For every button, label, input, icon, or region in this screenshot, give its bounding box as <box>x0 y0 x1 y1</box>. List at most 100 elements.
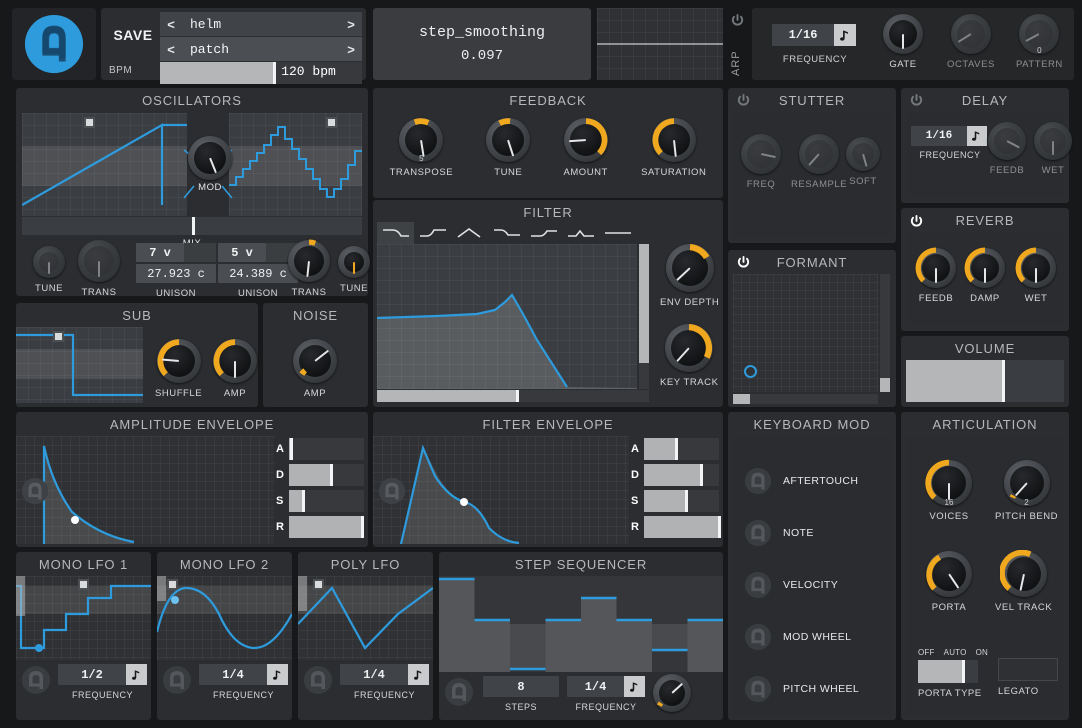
osc1-enable-checkbox[interactable] <box>84 117 95 128</box>
osc2-transpose-knob[interactable]: TRANS <box>288 240 330 298</box>
filter-shape-highpass[interactable] <box>414 222 451 244</box>
arp-gate-knob[interactable]: GATE <box>883 14 923 70</box>
reverb-damp-knob[interactable]: DAMP <box>965 248 1005 304</box>
filter-shape-lowpass[interactable] <box>377 222 414 244</box>
filter-env-release-row[interactable]: R <box>631 514 719 540</box>
keyboard-mod-item-aftertouch[interactable]: AFTERTOUCH <box>743 466 858 496</box>
bpm-slider[interactable]: 120 bpm <box>160 62 362 84</box>
filter-envelope-display[interactable] <box>373 436 629 544</box>
filter-env-attack-row[interactable]: A <box>631 436 719 462</box>
formant-x-slider[interactable] <box>733 394 878 404</box>
step-sequencer-smoothing-knob[interactable] <box>653 674 691 712</box>
filter-key-track-knob[interactable]: KEY TRACK <box>660 324 718 388</box>
mono-lfo-1-mod-source-button[interactable] <box>20 664 52 696</box>
helm-logo[interactable] <box>12 8 96 80</box>
amp-env-decay-row[interactable]: D <box>276 462 364 488</box>
mono-lfo-1-frequency-value[interactable]: 1/2 <box>58 664 126 685</box>
arp-pattern-knob[interactable]: 0 PATTERN <box>1016 14 1063 70</box>
arp-power-button[interactable] <box>730 13 745 28</box>
delay-frequency-value[interactable]: 1/16 <box>911 126 967 146</box>
delay-feedback-knob[interactable]: FEEDB <box>988 122 1026 176</box>
articulation-vel-track-knob[interactable]: VEL TRACK <box>995 551 1052 613</box>
articulation-porta-knob[interactable]: PORTA <box>926 551 972 613</box>
filter-resonance-slider[interactable] <box>639 244 649 389</box>
keyboard-mod-item-velocity[interactable]: VELOCITY <box>743 570 838 600</box>
step-sequencer-steps-value[interactable]: 8 <box>483 676 559 697</box>
osc1-transpose-knob[interactable]: TRANS <box>78 240 120 298</box>
save-button[interactable]: SAVE <box>107 22 159 48</box>
arp-octaves-knob[interactable]: OCTAVES <box>947 14 995 70</box>
osc1-unison-detune[interactable]: 27.923 c <box>136 264 216 283</box>
patch-prev-button[interactable]: < <box>160 37 182 61</box>
poly-lfo-amp-slider[interactable] <box>298 576 307 660</box>
sub-enable-checkbox[interactable] <box>53 331 64 342</box>
mono-lfo-2-amp-slider[interactable] <box>157 576 166 660</box>
filter-shape-high-shelf[interactable] <box>526 222 563 244</box>
amp-env-attack-row[interactable]: A <box>276 436 364 462</box>
step-sequencer-display[interactable] <box>439 576 723 672</box>
sub-wave-display[interactable] <box>16 327 143 403</box>
amp-env-mod-source-button[interactable] <box>20 476 50 506</box>
filter-shape-allpass[interactable] <box>600 222 637 244</box>
formant-power-button[interactable] <box>736 255 751 270</box>
mono-lfo-1-amp-slider[interactable] <box>16 576 25 660</box>
osc1-unison-voices-track[interactable] <box>184 243 216 262</box>
sub-shuffle-knob[interactable]: SHUFFLE <box>155 339 202 399</box>
formant-y-slider[interactable] <box>880 274 890 392</box>
stutter-power-button[interactable] <box>736 93 751 108</box>
stutter-freq-knob[interactable]: FREQ <box>741 134 781 190</box>
mono-lfo-2-mod-source-button[interactable] <box>161 664 193 696</box>
filter-shape-low-shelf[interactable] <box>488 222 525 244</box>
reverb-wet-knob[interactable]: WET <box>1016 248 1056 304</box>
keyboard-mod-item-note[interactable]: NOTE <box>743 518 814 548</box>
sub-amp-knob[interactable]: AMP <box>213 339 257 399</box>
porta-type-option-auto[interactable]: AUTO <box>944 648 967 657</box>
osc1-wave-display[interactable] <box>22 113 187 216</box>
stutter-soft-knob[interactable]: SOFT <box>846 137 880 187</box>
filter-env-sustain-row[interactable]: S <box>631 488 719 514</box>
keyboard-mod-item-pitch-wheel[interactable]: PITCH WHEEL <box>743 674 859 704</box>
amp-env-release-row[interactable]: R <box>276 514 364 540</box>
feedback-tune-knob[interactable]: TUNE <box>486 118 530 178</box>
osc2-enable-checkbox[interactable] <box>326 117 337 128</box>
osc1-tune-knob[interactable]: TUNE <box>33 246 65 294</box>
note-sync-icon[interactable] <box>967 126 987 146</box>
filter-shape-bandpass[interactable] <box>451 222 488 244</box>
porta-type-option-on[interactable]: ON <box>976 648 988 657</box>
noise-amp-knob[interactable]: AMP <box>293 339 337 399</box>
poly-lfo-mod-source-button[interactable] <box>302 664 334 696</box>
legato-toggle[interactable] <box>998 658 1058 681</box>
delay-power-button[interactable] <box>909 93 924 108</box>
filter-response-display[interactable] <box>377 244 637 389</box>
polylfo-sync-checkbox[interactable] <box>313 579 324 590</box>
note-sync-icon[interactable] <box>834 24 856 46</box>
mono-lfo-2-frequency-value[interactable]: 1/4 <box>199 664 267 685</box>
osc2-tune-knob[interactable]: TUNE <box>338 246 370 294</box>
formant-xy-pad[interactable] <box>733 274 878 392</box>
filter-env-decay-row[interactable]: D <box>631 462 719 488</box>
feedback-transpose-knob[interactable]: 5 TRANSPOSE <box>390 118 454 178</box>
osc-mix-slider[interactable] <box>22 217 362 235</box>
keyboard-mod-item-mod-wheel[interactable]: MOD WHEEL <box>743 622 851 652</box>
poly-lfo-frequency-value[interactable]: 1/4 <box>340 664 408 685</box>
osc2-unison-voices[interactable]: 5 v <box>218 243 266 262</box>
filter-cutoff-slider[interactable] <box>377 390 649 402</box>
note-sync-icon[interactable] <box>408 664 429 685</box>
feedback-amount-knob[interactable]: AMOUNT <box>563 118 607 178</box>
articulation-voices-knob[interactable]: 16 VOICES <box>926 460 972 522</box>
amp-env-sustain-row[interactable]: S <box>276 488 364 514</box>
arp-frequency-value[interactable]: 1/16 <box>772 24 834 46</box>
reverb-power-button[interactable] <box>909 214 924 229</box>
step-sequencer-mod-source-button[interactable] <box>443 676 475 708</box>
lfo2-sync-checkbox[interactable] <box>167 579 178 590</box>
lfo1-sync-checkbox[interactable] <box>78 579 89 590</box>
patch-next-button[interactable]: > <box>340 37 362 61</box>
articulation-pitch-bend-knob[interactable]: 2 PITCH BEND <box>995 460 1058 522</box>
osc1-unison-voices[interactable]: 7 v <box>136 243 184 262</box>
step-sequencer-frequency-value[interactable]: 1/4 <box>567 676 624 697</box>
delay-wet-knob[interactable]: WET <box>1034 122 1072 176</box>
feedback-saturation-knob[interactable]: SATURATION <box>641 118 706 178</box>
note-sync-icon[interactable] <box>267 664 288 685</box>
filter-env-mod-source-button[interactable] <box>377 476 407 506</box>
reverb-feedback-knob[interactable]: FEEDB <box>916 248 956 304</box>
